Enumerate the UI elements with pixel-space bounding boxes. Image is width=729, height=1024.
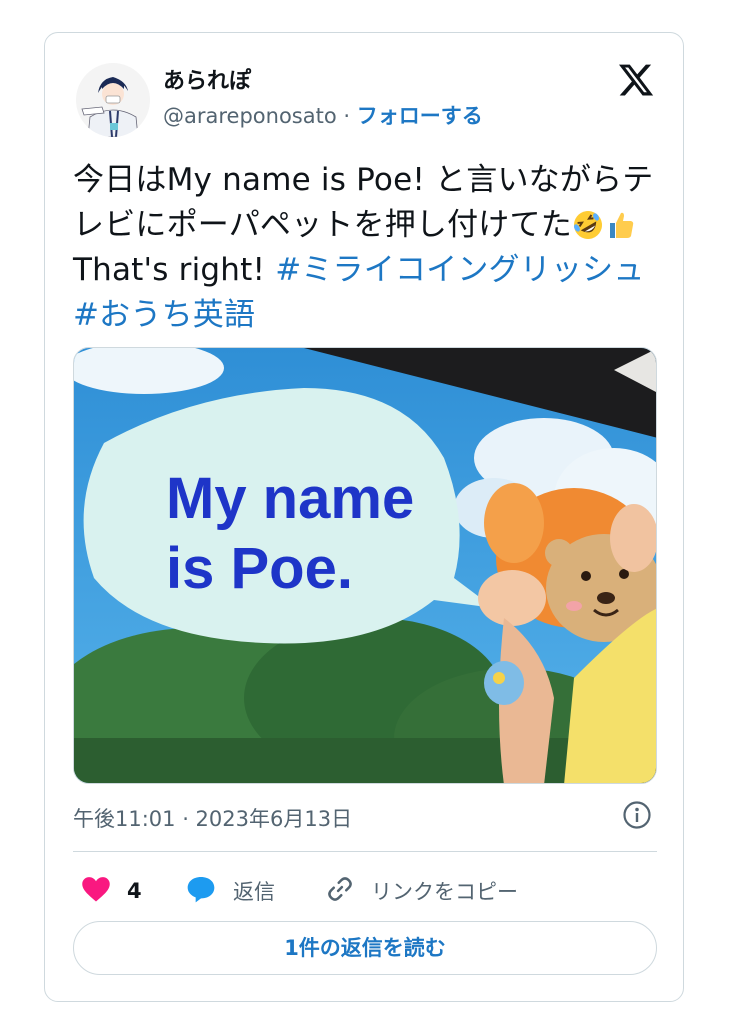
divider [73, 851, 657, 852]
like-count: 4 [127, 879, 142, 903]
reply-label: 返信 [233, 880, 275, 904]
like-button[interactable]: 4 [81, 871, 142, 911]
x-logo-icon[interactable] [617, 61, 655, 99]
author-handle[interactable]: @arareponosato [163, 104, 337, 128]
link-icon [325, 874, 355, 909]
handle-separator: · [343, 104, 351, 128]
tweet-timestamp[interactable]: 午後11:01 · 2023年6月13日 [73, 803, 352, 833]
thumbs-up-emoji-icon [604, 209, 636, 241]
follow-button[interactable]: フォローする [357, 104, 483, 128]
reply-button[interactable]: 返信 [185, 871, 275, 911]
hashtag-link-mirai[interactable]: #ミライコイングリッシュ [275, 252, 644, 288]
tweet-body: 今日はMy name is Poe! と言いながらテレビにポーパペットを押し付け… [73, 162, 654, 243]
speech-bubble-icon [185, 874, 217, 909]
read-replies-button[interactable]: 1件の返信を読む [73, 921, 657, 975]
speech-text-line2: is Poe. [166, 536, 353, 601]
tweet-actions: 4 返信 リンクをコピー [73, 871, 657, 911]
author-avatar[interactable] [76, 63, 150, 137]
copy-link-label: リンクをコピー [371, 880, 518, 904]
tweet-text: 今日はMy name is Poe! と言いながらテレビにポーパペットを押し付け… [73, 158, 663, 338]
author-handle-row: @arareponosato · フォローする [163, 100, 483, 130]
info-icon[interactable] [621, 799, 653, 831]
tweet-card: あられぽ @arareponosato · フォローする 今日はMy name … [44, 32, 684, 1002]
author-name[interactable]: あられぽ [163, 63, 251, 95]
tweet-media-photo[interactable]: My name is Poe. [73, 347, 657, 784]
speech-text-line1: My name [166, 466, 414, 531]
rolling-on-floor-laughing-emoji-icon [572, 209, 604, 241]
copy-link-button[interactable]: リンクをコピー [325, 871, 518, 911]
tweet-body-after-emoji: That's right! [73, 252, 276, 288]
heart-icon [81, 875, 111, 908]
hashtag-link-ouchi-eigo[interactable]: #おうち英語 [73, 297, 255, 333]
